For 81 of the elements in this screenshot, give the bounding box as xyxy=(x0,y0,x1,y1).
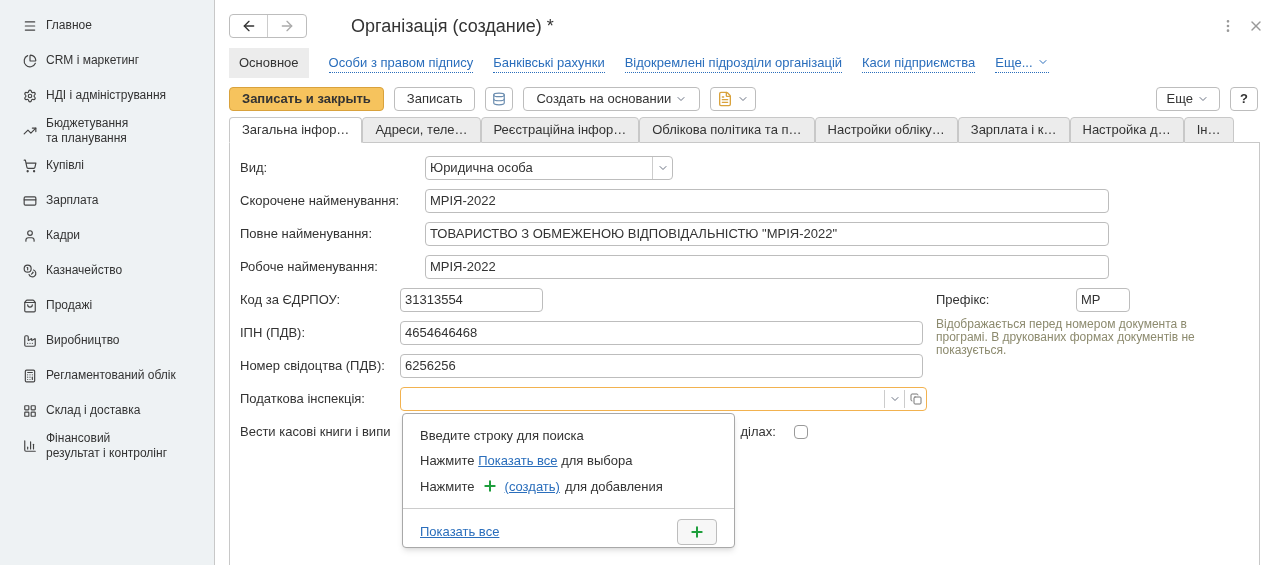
popup-text: Введите строку для поиска xyxy=(420,426,585,445)
hint-text: Відображається перед номером документа в програмі. В друкованих формах документів не показується. xyxy=(936,317,1196,357)
field-label: Вид: xyxy=(240,159,269,178)
window-title: Організація (создание) * xyxy=(351,14,554,38)
popup-text: Нажмите (создать) для добавления xyxy=(420,476,664,496)
arrow-right-icon xyxy=(279,18,295,34)
tab[interactable]: Настройка д… xyxy=(1069,116,1184,143)
checkbox-label-end: ділах: xyxy=(740,423,776,442)
menu-icon xyxy=(23,18,37,33)
field-label: Скорочене найменування: xyxy=(240,192,401,211)
sidebar-item[interactable]: Виробництво xyxy=(0,323,214,358)
field-label: Повне найменування: xyxy=(240,225,374,244)
input-field[interactable]: ТОВАРИСТВО З ОБМЕЖЕНОЮ ВІДПОВІДАЛЬНІСТЮ "МРІЯ-2022" xyxy=(425,222,1109,246)
input-field[interactable]: 6256256 xyxy=(400,354,923,378)
field-label: Робоче найменування: xyxy=(240,258,379,277)
checkbox-label-start: Вести касові книги і випи xyxy=(240,423,391,442)
sidebar-item[interactable]: Продажі xyxy=(0,288,214,323)
sidebar-item[interactable]: Склад і доставка xyxy=(0,393,214,428)
tab[interactable]: Загальна інфор… xyxy=(229,116,363,143)
sidebar-item[interactable]: НДІ і адміністрування xyxy=(0,78,214,113)
nav-link[interactable]: Банківські рахунки xyxy=(493,52,605,73)
tab[interactable]: Реєстраційна інфор… xyxy=(480,116,640,143)
field-label: Номер свідоцтва (ПДВ): xyxy=(240,357,386,376)
save-button[interactable]: Записать xyxy=(393,86,476,111)
nav-tab[interactable]: Основное xyxy=(229,48,309,78)
add-button[interactable] xyxy=(677,519,717,545)
save-close-button[interactable]: Записать и закрыть xyxy=(229,86,384,111)
input-field[interactable]: МРІЯ-2022 xyxy=(425,255,1109,279)
sidebar-item[interactable]: Бюджетування та планування xyxy=(0,113,214,148)
create-based-button[interactable]: Создать на основании xyxy=(523,86,701,111)
tab[interactable]: Зарплата і к… xyxy=(957,116,1070,143)
field-label: Префікс: xyxy=(936,290,991,309)
sidebar-item[interactable]: Фінансовий результат і контролінг xyxy=(0,428,214,463)
lookup-field[interactable] xyxy=(400,387,927,411)
sidebar-item[interactable]: Кадри xyxy=(0,218,214,253)
nav-link[interactable]: Особи з правом підпису xyxy=(328,52,474,73)
card-icon xyxy=(23,193,37,208)
nav-link[interactable]: Каси підприємства xyxy=(862,52,976,73)
database-button[interactable] xyxy=(485,86,514,111)
pie-chart-icon xyxy=(23,53,37,68)
report-button[interactable] xyxy=(710,86,757,111)
tab[interactable]: Облікова політика та п… xyxy=(639,116,815,143)
cart-icon xyxy=(23,158,37,173)
tab[interactable]: Ін… xyxy=(1183,116,1234,143)
bar-chart-icon xyxy=(23,438,37,453)
tab[interactable]: Адреси, теле… xyxy=(362,116,481,143)
show-all-link[interactable]: Показать все xyxy=(478,453,558,468)
database-icon xyxy=(492,91,507,106)
field-label: Податкова інспекція: xyxy=(240,390,366,409)
select-field[interactable]: Юридична особа xyxy=(425,156,673,180)
plus-icon xyxy=(689,524,705,540)
nav-link[interactable]: Відокремлені підрозділи організацій xyxy=(624,52,843,73)
person-icon xyxy=(23,228,37,243)
sidebar-item[interactable]: Зарплата xyxy=(0,183,214,218)
show-all-link[interactable]: Показать все xyxy=(420,522,500,542)
sidebar-item[interactable]: CRM і маркетинг xyxy=(0,43,214,78)
sidebar-item[interactable]: Главное xyxy=(0,8,214,43)
checkbox[interactable] xyxy=(793,425,808,439)
gear-icon xyxy=(23,88,37,103)
open-icon xyxy=(909,393,922,405)
sidebar-item[interactable]: Купівлі xyxy=(0,148,214,183)
bag-icon xyxy=(23,298,37,313)
popup-text: Нажмите Показать все для выбора xyxy=(420,452,634,470)
sidebar-item[interactable]: Регламентований облік xyxy=(0,358,214,393)
tab[interactable]: Настройки обліку… xyxy=(814,116,958,143)
input-field[interactable]: 31313554 xyxy=(400,288,543,312)
coins-icon xyxy=(23,263,37,278)
more-button[interactable]: Еще xyxy=(1155,86,1220,111)
more-link[interactable]: Еще... xyxy=(995,52,1049,73)
calculator-icon xyxy=(23,368,37,383)
help-button[interactable]: ? xyxy=(1230,86,1258,111)
input-field[interactable]: 4654646468 xyxy=(400,321,923,345)
grid-icon xyxy=(23,403,37,418)
sidebar-item[interactable]: Казначейство xyxy=(0,253,214,288)
field-label: ІПН (ПДВ): xyxy=(240,324,307,343)
create-link[interactable]: (создать) xyxy=(504,476,560,496)
document-icon xyxy=(717,90,734,107)
input-field[interactable]: МР xyxy=(1076,287,1130,312)
factory-icon xyxy=(23,333,37,348)
input-field[interactable]: МРІЯ-2022 xyxy=(425,189,1109,213)
field-label: Код за ЄДРПОУ: xyxy=(240,291,342,310)
